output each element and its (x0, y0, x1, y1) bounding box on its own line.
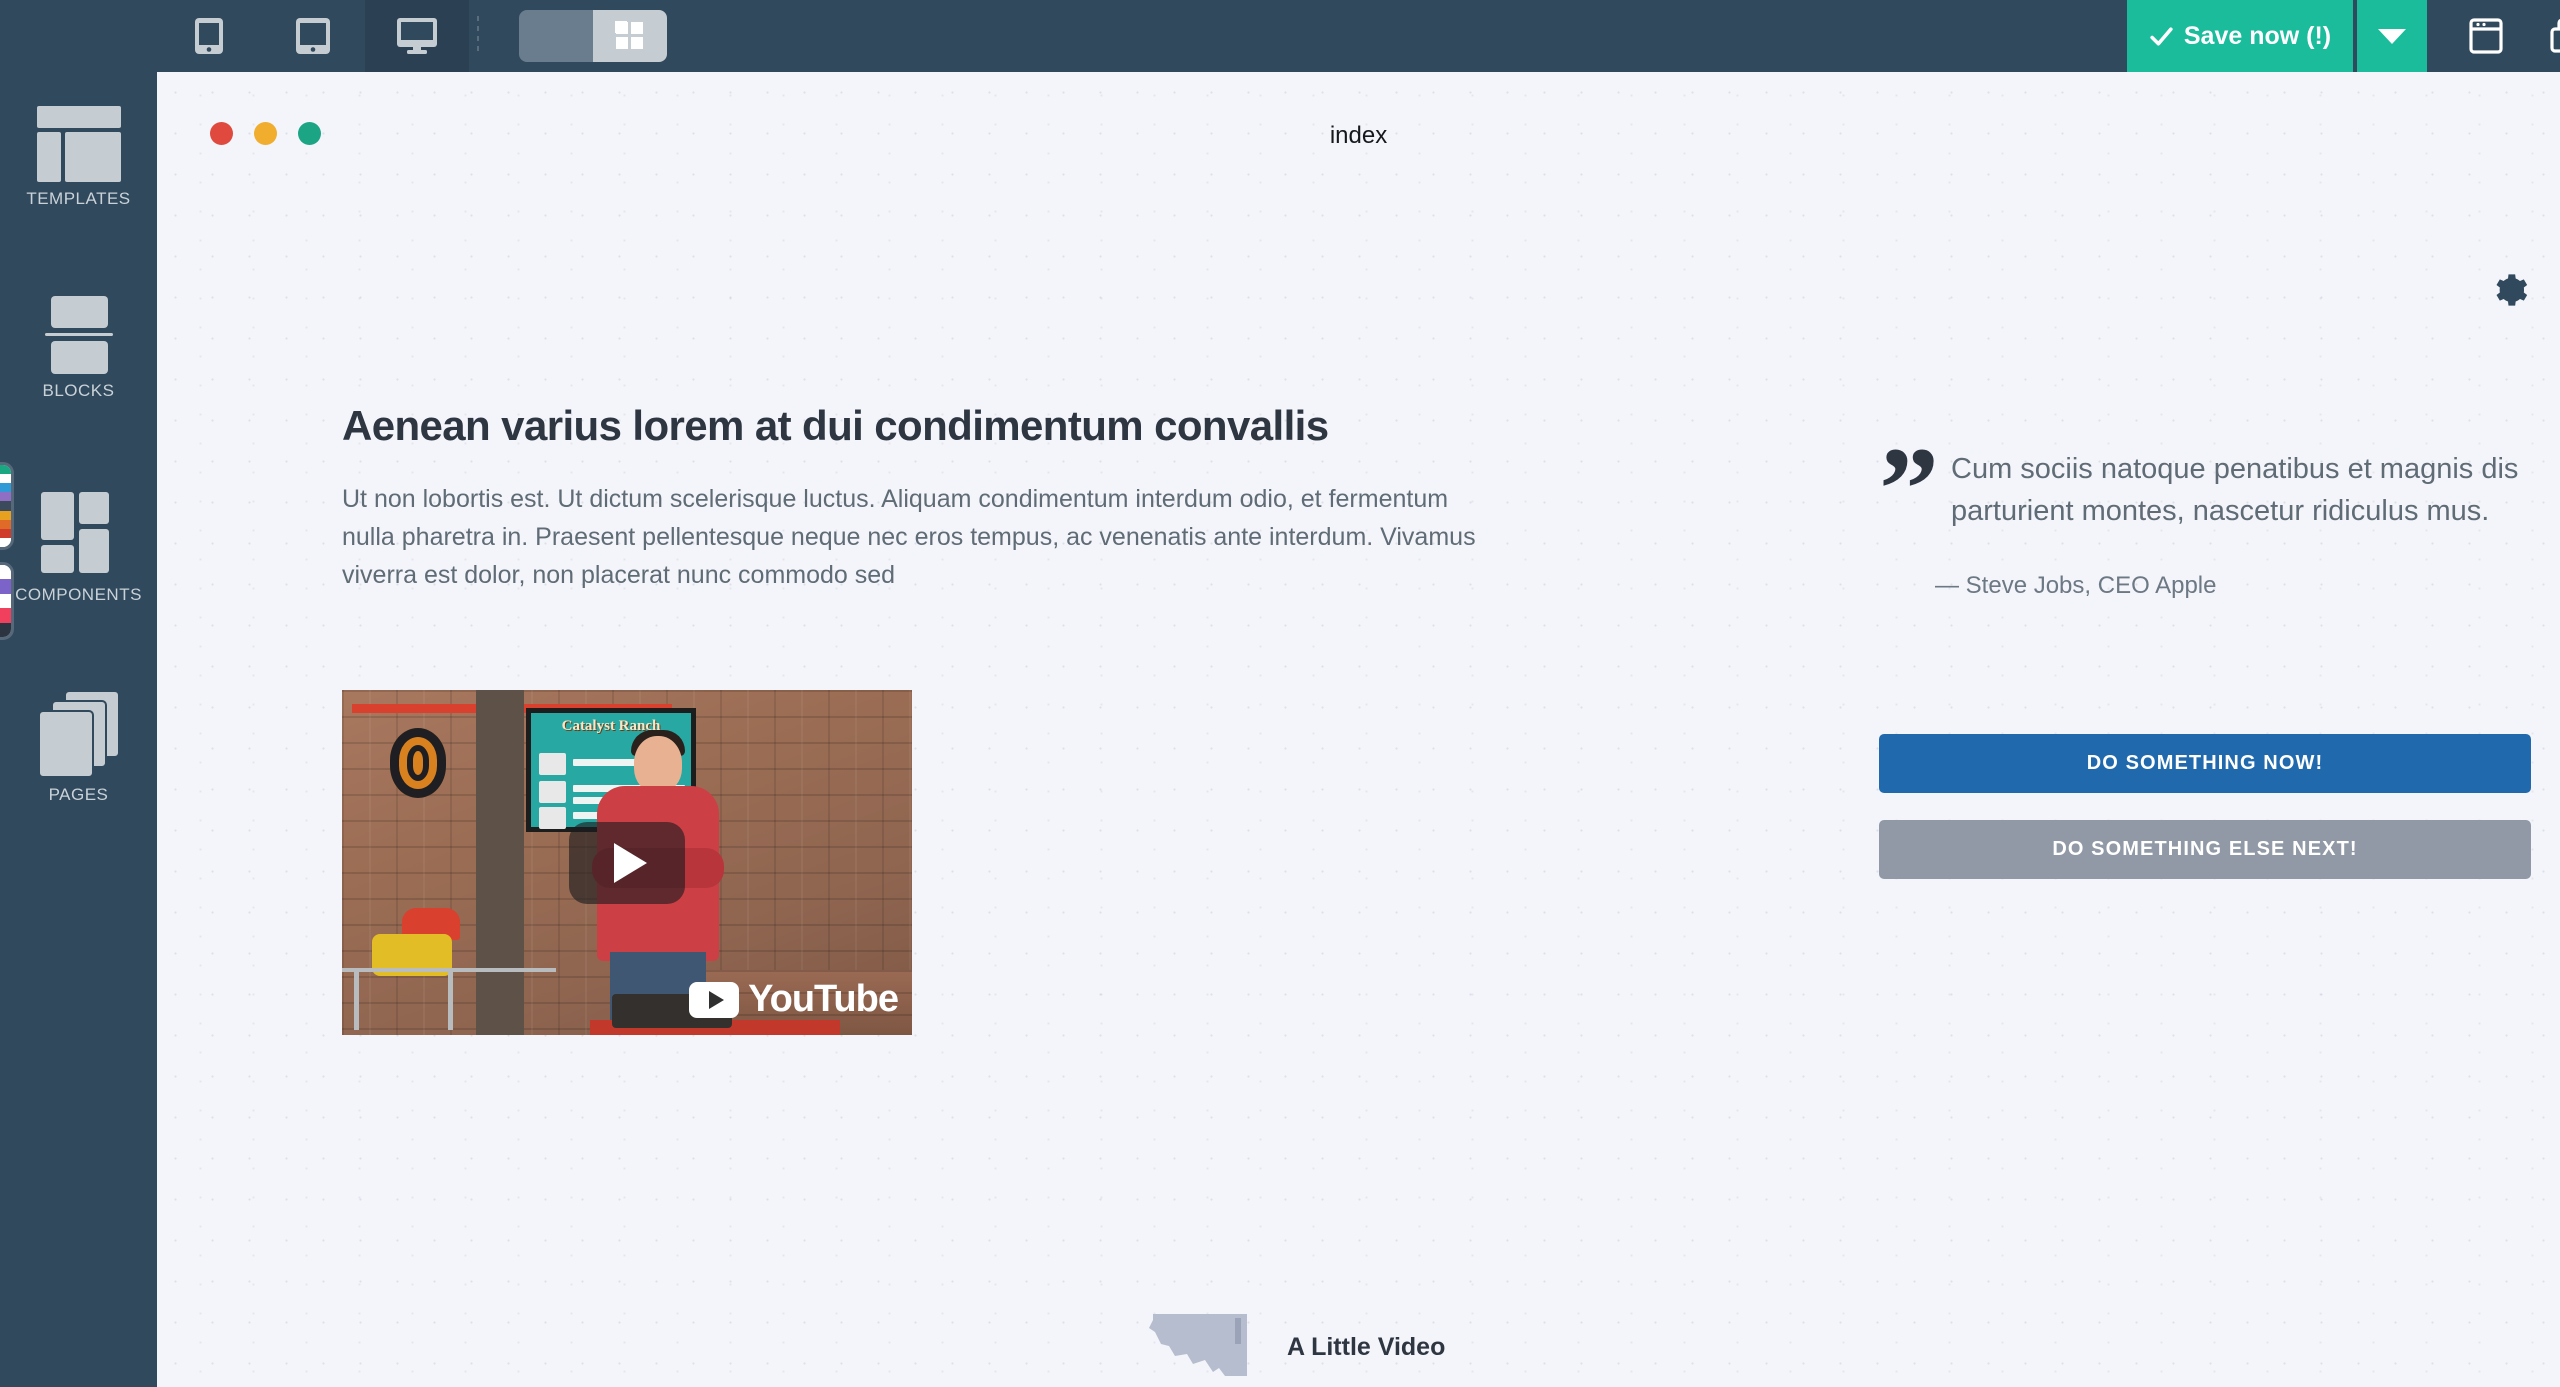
secondary-cta-button[interactable]: DO SOMETHING ELSE NEXT! (1879, 820, 2531, 879)
swatch-color (0, 565, 11, 580)
check-icon (2150, 26, 2173, 46)
color-palette-swatch-2[interactable] (0, 562, 14, 640)
grid-icon (615, 21, 645, 51)
person-head (634, 736, 682, 792)
sidebar-item-blocks[interactable]: BLOCKS (0, 296, 157, 401)
swatch-color (0, 492, 11, 502)
swatch-color (0, 608, 11, 623)
sidebar-item-label-components: COMPONENTS (15, 585, 142, 604)
device-toggle-desktop[interactable] (365, 0, 469, 72)
sidebar-item-pages[interactable]: PAGES (0, 690, 157, 805)
swatch-color (0, 483, 11, 493)
content-left-column: Aenean varius lorem at dui condimentum c… (342, 402, 1502, 594)
video-caption: A Little Video Can go a long way to make… (1287, 1333, 1817, 1387)
color-palette-swatch-1[interactable] (0, 462, 14, 550)
grid-toggle-off-half[interactable] (519, 10, 593, 62)
mobile-icon (195, 18, 223, 54)
rail-leg-left (354, 972, 359, 1030)
swatch-color (0, 510, 11, 520)
new-window-button[interactable] (2445, 0, 2527, 72)
page-settings-button[interactable] (2489, 270, 2529, 310)
body-paragraph: Ut non lobortis est. Ut dictum scelerisq… (342, 485, 1476, 589)
grid-toggle-on-half[interactable] (593, 10, 667, 62)
swatch-color (0, 465, 11, 475)
desktop-icon (397, 18, 437, 54)
swatch-color (0, 622, 11, 637)
page-title: index (1329, 122, 1388, 149)
save-button-label: Save now (!) (2183, 21, 2332, 50)
app-root: TEMPLATES BLOCKS COMPONENTS PAGES Save n… (0, 0, 2560, 1387)
pages-icon (37, 690, 120, 778)
swatch-color (0, 537, 11, 547)
quote-text: Cum sociis natoque penatibus et magnis d… (1951, 453, 2519, 528)
toolbar-divider (477, 16, 479, 56)
wall-pillar (476, 690, 524, 1035)
tablet-icon (296, 18, 330, 54)
youtube-play-icon (689, 981, 740, 1018)
quote-mark-icon: ” (1879, 422, 1939, 555)
device-toggle-tablet[interactable] (261, 0, 365, 72)
sidebar-item-templates[interactable]: TEMPLATES (0, 106, 157, 209)
swatch-color (0, 474, 11, 484)
page-canvas: index Aenean varius lorem at dui condime… (157, 72, 2560, 1387)
primary-cta-button[interactable]: DO SOMETHING NOW! (1879, 734, 2531, 793)
swatch-color (0, 519, 11, 529)
target-wall-art (390, 728, 446, 798)
youtube-video-embed[interactable]: Catalyst Ranch YouTube (342, 690, 912, 1035)
sidebar-item-label-templates: TEMPLATES (26, 189, 131, 208)
duplicate-button[interactable] (2527, 0, 2560, 72)
quote-attribution: — Steve Jobs, CEO Apple (1935, 571, 2217, 599)
save-button[interactable]: Save now (!) (2127, 0, 2353, 72)
swatch-color (0, 528, 11, 538)
sidebar-item-label-pages: PAGES (48, 785, 109, 804)
sidebar-item-components[interactable]: COMPONENTS (0, 492, 157, 605)
rail-leg-right (448, 972, 453, 1030)
gear-icon (2496, 274, 2528, 306)
youtube-logo: YouTube (689, 978, 899, 1021)
swatch-color (0, 501, 11, 511)
templates-icon (36, 106, 121, 182)
broken-image-placeholder (1139, 1310, 1249, 1378)
headline: Aenean varius lorem at dui condimentum c… (342, 402, 1329, 449)
device-toggle-mobile[interactable] (157, 0, 261, 72)
save-options-dropdown[interactable] (2357, 0, 2427, 72)
top-toolbar: Save now (!) (157, 0, 2560, 72)
components-icon (40, 492, 117, 578)
blocks-icon (44, 296, 113, 374)
swatch-color (0, 593, 11, 609)
grid-toggle[interactable] (519, 10, 667, 62)
video-caption-title: A Little Video (1287, 1333, 1446, 1361)
youtube-wordmark: YouTube (748, 978, 899, 1020)
window-icon (2469, 18, 2503, 54)
caret-down-icon (2378, 28, 2406, 44)
video-caption-body: Can go a long way to make your content c… (1287, 1382, 1817, 1387)
duplicate-windows-icon (2550, 18, 2560, 53)
play-icon[interactable] (569, 821, 685, 904)
sidebar-item-label-blocks: BLOCKS (42, 381, 115, 400)
left-sidebar: TEMPLATES BLOCKS COMPONENTS PAGES (0, 0, 157, 1387)
swatch-color (0, 579, 11, 594)
blockquote: ” Cum sociis natoque penatibus et magnis… (1879, 422, 2539, 555)
content-right-column: ” Cum sociis natoque penatibus et magnis… (1879, 422, 2539, 879)
